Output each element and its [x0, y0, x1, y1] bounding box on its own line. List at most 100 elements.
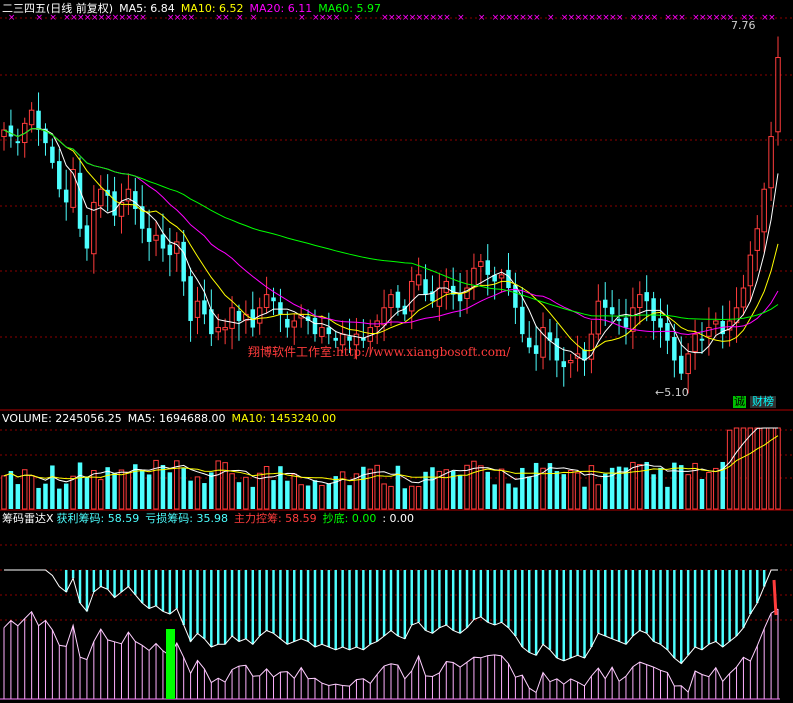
volume-bar-down: [312, 480, 318, 509]
cross-mark: ×: [768, 13, 776, 23]
volume-bar-up: [125, 471, 132, 510]
candle-body-down: [36, 110, 41, 130]
volume-bar-up: [263, 466, 270, 510]
candle-body-down: [457, 293, 463, 302]
volume-bar-down: [485, 471, 490, 509]
volume-bar-up: [408, 485, 415, 510]
candle-body-down: [271, 297, 276, 302]
candle-body-down: [526, 337, 532, 348]
volume-bar-down: [609, 467, 615, 509]
candle-body-down: [520, 306, 525, 335]
volume-bar-down: [430, 467, 435, 509]
volume-bar-down: [271, 480, 276, 509]
candle-body-down: [112, 191, 117, 216]
volume-bar-down: [402, 488, 408, 509]
chart-stage: × × × × × × × × × × × × × × × × × × × × × × × × × × × × × × × × × × × × × × × ×…: [0, 0, 793, 703]
candle-body-down: [326, 327, 332, 335]
candle-body-up: [498, 274, 505, 279]
candle-body-down: [50, 146, 55, 163]
candle-body-up: [761, 188, 767, 233]
candle-body-down: [644, 292, 649, 302]
candle-body-down: [554, 338, 560, 361]
volume-bar-up: [630, 461, 636, 510]
low-marker: ←5.10: [655, 386, 689, 399]
volume-bar-up: [733, 427, 740, 510]
volume-bar-down: [561, 474, 567, 509]
chip-bars: [0, 569, 780, 700]
candle-body-up: [263, 294, 270, 308]
volume-bar-up: [291, 473, 297, 510]
candle-body-up: [98, 188, 104, 207]
candle-body-down: [236, 310, 242, 321]
candle-body-down: [602, 299, 608, 308]
candle-body-up: [28, 109, 35, 126]
volume-bar-up: [229, 473, 235, 510]
volume-bar-up: [775, 427, 781, 510]
candle-body-down: [285, 318, 290, 328]
volume-label: VOLUME: 2245056.25: [2, 412, 122, 425]
volume-bar-up: [726, 429, 733, 510]
ma5-label: MA5: 6.84: [119, 2, 175, 15]
cross-mark: ×: [678, 13, 686, 23]
volume-bar-up: [595, 484, 602, 510]
volume-bar-up: [70, 475, 76, 510]
volume-bar-down: [181, 468, 186, 509]
candle-body-up: [754, 228, 761, 251]
candle-body-up: [229, 307, 235, 329]
volume-bar-down: [699, 479, 705, 509]
volume-bar-up: [713, 467, 719, 510]
candle-body-down: [665, 323, 670, 341]
candle-body-up: [775, 57, 781, 133]
volume-bar-down: [8, 471, 14, 509]
candle-body-down: [84, 225, 90, 249]
cross-mark: ×: [533, 13, 541, 23]
candle-body-down: [658, 318, 663, 328]
chip-header: 筹码雷达X 获利筹码: 58.59 亏损筹码: 35.98 主力控筹: 58.59 抄底…: [2, 512, 420, 526]
candle-body-up: [388, 294, 394, 309]
volume-bar-down: [285, 480, 290, 509]
candle-body-up: [567, 359, 574, 364]
volume-bar-down: [202, 483, 207, 509]
candle-body-up: [415, 274, 422, 286]
volume-bar-down: [236, 482, 242, 509]
candle-body-down: [485, 260, 490, 275]
volume-bar-down: [513, 487, 518, 509]
candle-body-up: [215, 327, 221, 333]
candle-body-up: [478, 261, 484, 267]
volume-bar-down: [623, 467, 629, 509]
candle-body-up: [706, 327, 712, 337]
volume-bar-up: [215, 460, 221, 510]
volume-bar-up: [243, 476, 249, 510]
volume-bar-up: [194, 476, 201, 510]
volume-bar-up: [98, 479, 104, 510]
cross-mark: ×: [478, 13, 486, 23]
volume-bar-up: [567, 470, 574, 510]
candle-body-up: [194, 300, 201, 318]
volume-bar-down: [50, 465, 55, 509]
cross-mark: ×: [457, 13, 465, 23]
candle-body-up: [319, 327, 325, 337]
chip-title: 筹码雷达X: [2, 512, 54, 525]
volume-bar-up: [388, 485, 394, 510]
volume-bar-up: [685, 474, 691, 510]
price-header: 二三四五(日线 前复权) MA5: 6.84 MA10: 6.52 MA20: 6.1…: [2, 2, 387, 16]
volume-bar-up: [464, 464, 470, 510]
candle-body-down: [333, 337, 338, 341]
badge-jian[interactable]: 诚: [733, 396, 746, 408]
volume-bar-down: [533, 462, 539, 509]
candle-body-down: [347, 336, 352, 341]
volume-bar-down: [326, 483, 332, 509]
candle-body-up: [291, 320, 297, 328]
badge-caibang[interactable]: 财榜: [750, 396, 776, 408]
volume-bar-down: [520, 467, 525, 509]
volume-bar-up: [222, 462, 228, 510]
volume-bar-down: [602, 473, 608, 509]
volume-bar-down: [139, 469, 145, 509]
volume-bar-up: [740, 427, 747, 510]
volume-bar-down: [582, 486, 587, 509]
volume-bar-up: [761, 427, 767, 510]
volume-bar-up: [367, 468, 374, 510]
candle-body-down: [623, 317, 629, 328]
candle-body-down: [672, 336, 677, 361]
candle-body-down: [616, 318, 622, 321]
